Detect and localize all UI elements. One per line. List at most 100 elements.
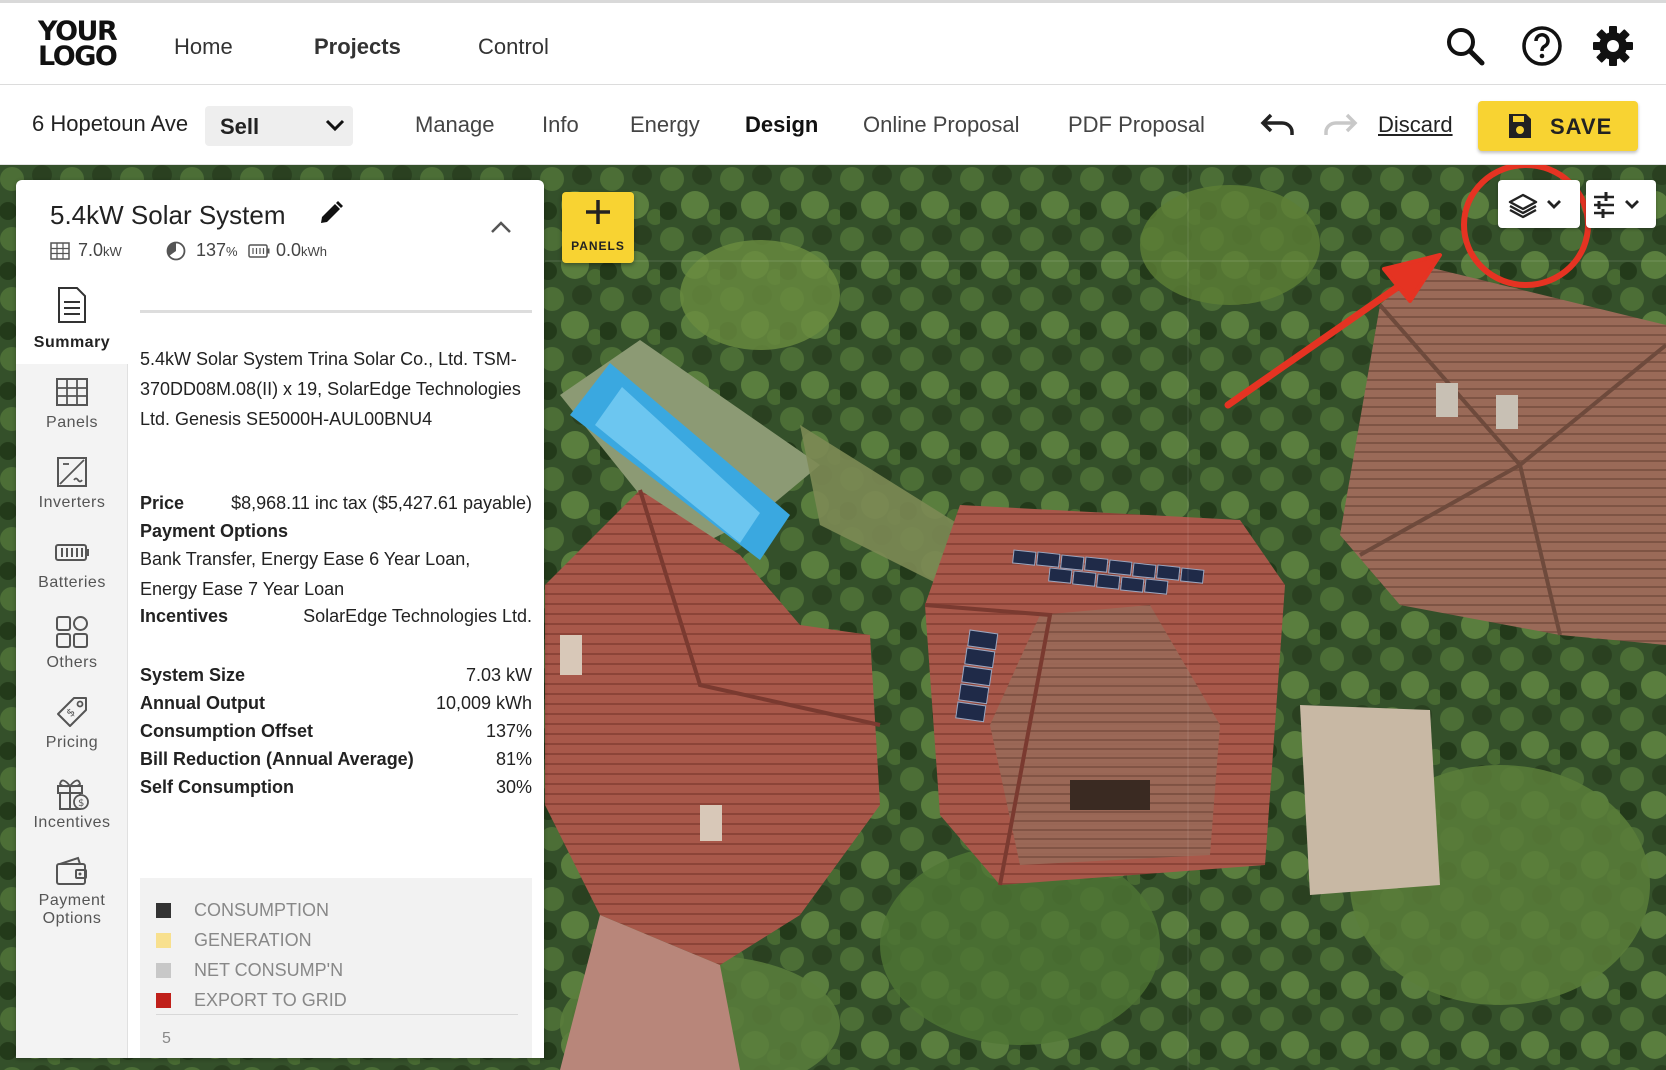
tab-online-proposal[interactable]: Online Proposal: [863, 112, 1020, 138]
incentives-row: Incentives SolarEdge Technologies Ltd.: [140, 601, 532, 631]
sidenav-batteries-label: Batteries: [38, 574, 106, 591]
chevron-down-icon: [325, 119, 345, 132]
metric-row: System Size 7.03 kW: [140, 660, 532, 690]
sidenav-others[interactable]: Others: [16, 608, 128, 688]
system-title: 5.4kW Solar System: [50, 200, 286, 230]
save-button-label: SAVE: [1550, 114, 1613, 139]
panel-grid-icon: [50, 242, 70, 260]
project-toolbar: 6 Hopetoun Ave Sell Manage Info Energy D…: [0, 85, 1666, 165]
svg-text:$: $: [78, 798, 84, 809]
metric-label: Self Consumption: [140, 777, 294, 797]
nav-home[interactable]: Home: [174, 34, 233, 60]
undo-icon[interactable]: [1258, 111, 1298, 141]
legend-swatch: [156, 933, 171, 948]
chart-axis-tick: 5: [162, 1030, 171, 1047]
add-panels-label: PANELS: [571, 239, 625, 253]
logo[interactable]: YOUR LOGO: [38, 18, 128, 75]
price-row: Price $8,968.11 inc tax ($5,427.61 payab…: [140, 488, 532, 518]
payment-options-value: Bank Transfer, Energy Ease 6 Year Loan, …: [140, 549, 471, 599]
discard-link[interactable]: Discard: [1378, 112, 1453, 138]
svg-text:$: $: [64, 706, 78, 720]
metric-label: System Size: [140, 665, 246, 685]
map-layers-button[interactable]: [1498, 180, 1580, 228]
stat-dc-value: 7.0: [78, 240, 104, 260]
floppy-disk-icon: [1509, 114, 1531, 138]
logo-line-2: LOGO: [38, 41, 118, 72]
metric-value: 10,009 kWh: [435, 693, 532, 713]
grid-icon: [56, 378, 88, 406]
tab-energy[interactable]: Energy: [630, 112, 700, 138]
stat-battery-value: 0.0: [276, 240, 302, 260]
sidenav-batteries[interactable]: Batteries: [16, 528, 128, 608]
save-button[interactable]: SAVE: [1478, 101, 1638, 151]
document-icon: [58, 287, 86, 323]
battery-icon: [55, 544, 89, 561]
sliders-icon: [1594, 192, 1639, 218]
energy-chart-legend: CONSUMPTION GENERATION NET CONSUMP'N EXP…: [140, 878, 532, 1058]
metric-row: Self Consumption 30%: [140, 772, 532, 802]
settings-icon[interactable]: [1592, 25, 1634, 67]
legend-label: GENERATION: [194, 930, 312, 950]
metric-label: Bill Reduction (Annual Average): [140, 749, 414, 769]
sidenav-inverters-label: Inverters: [38, 494, 106, 511]
stat-offset-value: 137: [196, 240, 227, 260]
sidenav-incentives[interactable]: $ Incentives: [16, 768, 128, 848]
incentives-value: SolarEdge Technologies Ltd.: [303, 606, 532, 626]
tab-pdf-proposal[interactable]: PDF Proposal: [1068, 112, 1205, 138]
chevron-up-icon[interactable]: [490, 220, 512, 234]
sidenav-panels[interactable]: Panels: [16, 368, 128, 448]
legend-label: CONSUMPTION: [194, 900, 329, 920]
sidenav-summary-label: Summary: [33, 334, 111, 351]
wallet-icon: [56, 856, 87, 885]
legend-label: NET CONSUMP'N: [194, 960, 344, 980]
plus-icon: [586, 200, 610, 224]
stat-dc-unit: kW: [103, 244, 122, 259]
tab-info[interactable]: Info: [542, 112, 579, 138]
nav-control[interactable]: Control: [478, 34, 549, 60]
sidenav-pricing[interactable]: $ Pricing: [16, 688, 128, 768]
chart-top-gridline: [156, 1014, 518, 1015]
help-icon[interactable]: [1521, 25, 1563, 67]
payment-options-row: Payment Options: [140, 516, 532, 546]
gift-icon: $: [57, 779, 89, 810]
top-navigation-bar: YOUR LOGO Home Projects Control: [0, 0, 1666, 85]
sidenav-others-label: Others: [46, 654, 98, 671]
price-label: Price: [140, 493, 185, 513]
metric-value: 7.03 kW: [465, 665, 532, 685]
sidenav-incentives-label: Incentives: [33, 814, 111, 831]
offset-gauge-icon: [166, 241, 186, 261]
sidenav-panels-label: Panels: [46, 414, 98, 431]
tab-design[interactable]: Design: [745, 112, 818, 138]
search-icon[interactable]: [1444, 25, 1486, 67]
add-panels-button[interactable]: PANELS: [562, 192, 634, 263]
layers-icon: [1508, 193, 1561, 219]
metric-label: Consumption Offset: [140, 721, 313, 741]
price-tag-icon: $: [57, 697, 87, 727]
stage-select[interactable]: Sell: [205, 106, 353, 146]
sidenav-pricing-label: Pricing: [45, 734, 99, 751]
sidenav-payment-options[interactable]: Payment Options: [16, 848, 128, 948]
sidenav-inverters[interactable]: Inverters: [16, 448, 128, 528]
sidenav-payment-options-label: Payment Options: [38, 892, 106, 927]
metric-value: 81%: [495, 749, 532, 769]
pencil-icon[interactable]: [318, 200, 344, 226]
metric-value: 137%: [485, 721, 532, 741]
inverter-icon: [57, 457, 87, 487]
sidenav-summary[interactable]: Summary: [16, 280, 128, 364]
payment-options-label: Payment Options: [140, 521, 289, 541]
incentives-label: Incentives: [140, 606, 229, 626]
system-summary-panel: 5.4kW Solar System 7.0kW 137% 0.0kWh Sum…: [16, 180, 544, 1058]
redo-icon[interactable]: [1320, 111, 1360, 141]
stage-select-value: Sell: [220, 114, 260, 139]
legend-swatch: [156, 993, 171, 1008]
battery-small-icon: [248, 244, 270, 258]
map-settings-button[interactable]: [1586, 180, 1656, 228]
system-side-nav: Summary Panels Inverters Batteries Other…: [16, 280, 128, 1058]
metric-row: Consumption Offset 137%: [140, 716, 532, 746]
legend-swatch: [156, 903, 171, 918]
metric-row: Bill Reduction (Annual Average) 81%: [140, 744, 532, 774]
system-description: 5.4kW Solar System Trina Solar Co., Ltd.…: [140, 349, 521, 429]
tab-manage[interactable]: Manage: [415, 112, 495, 138]
nav-projects[interactable]: Projects: [314, 34, 401, 60]
metric-label: Annual Output: [140, 693, 265, 713]
